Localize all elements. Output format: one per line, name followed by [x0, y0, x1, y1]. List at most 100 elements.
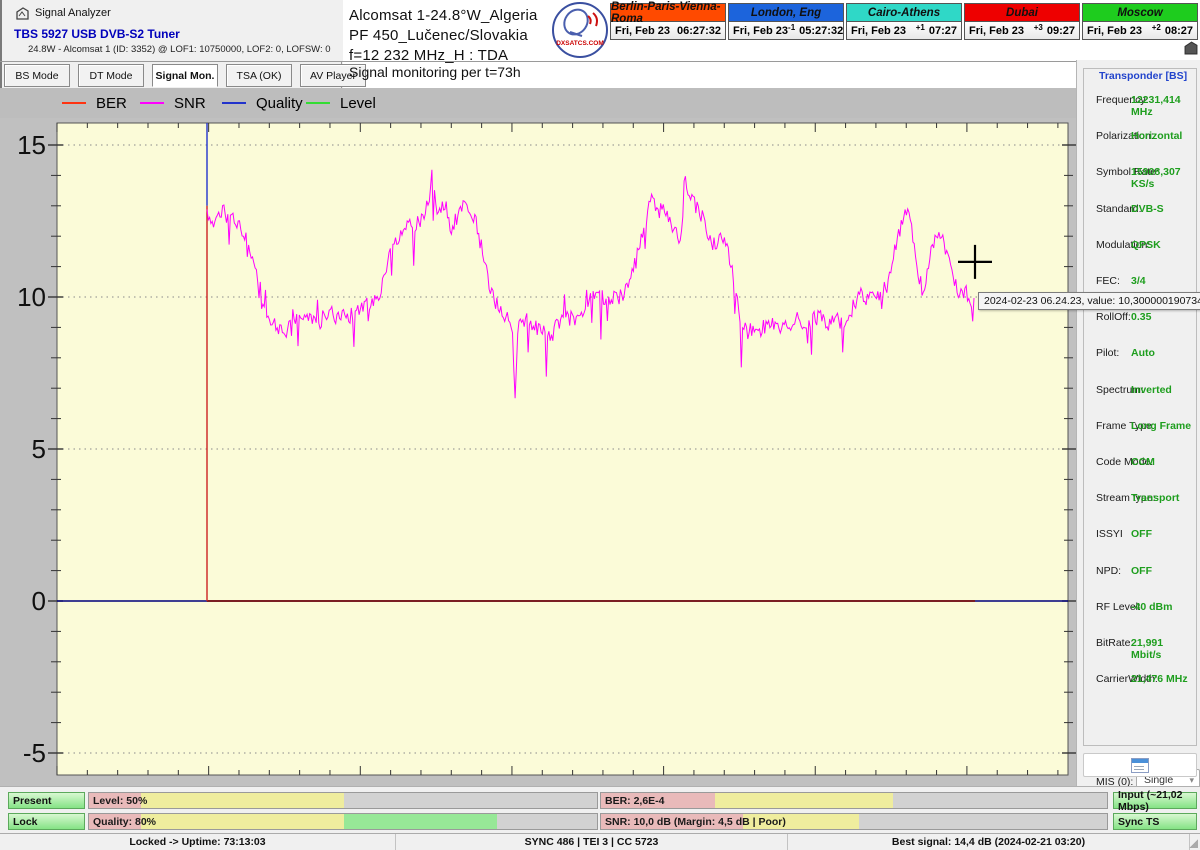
transponder-label: FEC:	[1096, 275, 1120, 287]
legend-label: SNR	[174, 94, 206, 112]
monitor-icon	[1131, 757, 1149, 773]
bar-segment	[715, 793, 893, 808]
status-lock: Lock	[8, 813, 85, 830]
app-icon-small	[1184, 41, 1198, 55]
clock-time: 07:27	[928, 24, 957, 37]
transponder-value: 21,991 Mbit/s	[1131, 637, 1164, 661]
clock-time: 08:27	[1164, 24, 1193, 37]
transponder-value: Transport	[1131, 492, 1180, 505]
snr-bar-text: SNR: 10,0 dB (Margin: 4,5 dB | Poor)	[605, 815, 786, 828]
clock-date: Fri, Feb 23	[969, 24, 1025, 37]
bar-segment	[893, 793, 1107, 808]
tab-tsa-ok[interactable]: TSA (OK)	[226, 64, 292, 87]
transponder-sidebar: Transponder [BS] Frequency: 12231,414 MHz…	[1076, 60, 1200, 791]
ber-bar-text: BER: 2,6E-4	[605, 794, 665, 807]
y-tick-label: 10	[17, 282, 46, 312]
clock-utc-offset: -1	[788, 23, 796, 32]
legend-item-quality: Quality	[222, 95, 303, 112]
signal-chart	[48, 122, 1076, 776]
transponder-value: OFF	[1131, 528, 1152, 541]
chart-tooltip: 2024-02-23 06.24.23, value: 10,300000190…	[978, 292, 1200, 310]
resize-grip[interactable]	[1189, 834, 1200, 850]
status-sync-ts: Sync TS	[1113, 813, 1197, 830]
bar-segment	[344, 793, 597, 808]
clock-time-row: Fri, Feb 23 +1 07:27	[847, 22, 961, 39]
clock-time-row: Fri, Feb 23 +3 09:27	[965, 22, 1079, 39]
tab-bs-mode[interactable]: BS Mode	[4, 64, 70, 87]
level-bar-text: Level: 50%	[93, 794, 148, 807]
clock-date: Fri, Feb 23	[851, 24, 907, 37]
transponder-value: -40 dBm	[1131, 600, 1173, 613]
legend-line-sample	[222, 102, 246, 104]
legend-item-level: Level	[306, 95, 376, 112]
transponder-value: DVB-S	[1131, 202, 1164, 215]
legend-item-ber: BER	[62, 95, 127, 112]
transponder-value: 0.35	[1131, 311, 1152, 324]
monitoring-caption: Signal monitoring per t=73h	[349, 64, 521, 80]
bar-segment	[497, 814, 597, 829]
sidebar-tool-button[interactable]	[1083, 753, 1197, 777]
transponder-value: Inverted	[1131, 383, 1172, 396]
legend-label: Level	[340, 94, 376, 112]
transponder-label: RollOff:	[1096, 311, 1131, 324]
transponder-value: CCM	[1131, 456, 1155, 468]
legend-item-snr: SNR	[140, 95, 206, 112]
transponder-value: Long Frame	[1131, 419, 1192, 432]
logo-text: DXSATCS.COM	[556, 40, 604, 47]
statusbar-best-signal: Best signal: 14,4 dB (2024-02-21 03:20)	[788, 834, 1190, 850]
clock-time: 09:27	[1046, 24, 1075, 37]
titlebar: Signal Analyzer	[16, 5, 111, 21]
clock-date: Fri, Feb 23	[1087, 24, 1143, 37]
transponder-label: NPD:	[1096, 564, 1122, 577]
signal-analyzer-window: Signal Analyzer TBS 5927 USB DVB-S2 Tune…	[0, 0, 1200, 850]
clock-date: Fri, Feb 23	[615, 24, 671, 37]
clock-utc-offset: +3	[1033, 23, 1043, 32]
bar-segment	[344, 814, 497, 829]
window-title: Signal Analyzer	[35, 7, 111, 19]
clock-time-row: Fri, Feb 23 -1 05:27:32	[729, 22, 843, 39]
tuner-details: 24.8W - Alcomsat 1 (ID: 3352) @ LOF1: 10…	[28, 44, 331, 55]
satellite-dish-icon	[563, 8, 598, 37]
clock-city: Moscow	[1083, 4, 1197, 22]
tuner-name: TBS 5927 USB DVB-S2 Tuner	[14, 27, 180, 41]
transponder-label: ISSYI	[1096, 528, 1123, 541]
transponder-title: Transponder [BS]	[1096, 70, 1191, 82]
clock-london-eng: London, Eng Fri, Feb 23 -1 05:27:32	[728, 3, 844, 40]
y-tick-label: 15	[17, 130, 46, 160]
y-tick-label: 5	[31, 434, 46, 464]
clock-date: Fri, Feb 23	[733, 24, 789, 37]
bar-segment	[141, 793, 344, 808]
y-tick-label: 0	[31, 586, 46, 616]
quality-bar-text: Quality: 80%	[93, 815, 157, 828]
clock-time-row: Fri, Feb 23 +2 08:27	[1083, 22, 1197, 39]
snr-bar: SNR: 10,0 dB (Margin: 4,5 dB | Poor)	[600, 813, 1108, 830]
site-title: PF 450_Lučenec/Slovakia	[349, 27, 528, 44]
tab-signal-mon[interactable]: Signal Mon.	[152, 64, 218, 87]
clock-berlin-paris-vienna-roma: Berlin-Paris-Vienna-Roma Fri, Feb 23 06:27…	[610, 1, 726, 40]
app-icon	[16, 6, 29, 20]
legend-line-sample	[140, 102, 164, 104]
transponder-value: 3/4	[1131, 275, 1146, 287]
status-present: Present	[8, 792, 85, 809]
clock-city: Cairo-Athens	[847, 4, 961, 22]
clock-utc-offset: +2	[1151, 23, 1161, 32]
clock-time: 06:27:32	[676, 24, 721, 37]
transponder-value: OFF	[1131, 564, 1152, 577]
clock-time-row: Fri, Feb 23 06:27:32	[611, 22, 725, 39]
clock-dubai: Dubai Fri, Feb 23 +3 09:27	[964, 3, 1080, 40]
dxsatcs-logo: DXSATCS.COM	[552, 2, 608, 58]
clock-time: 05:27:32	[799, 24, 844, 37]
tab-dt-mode[interactable]: DT Mode	[78, 64, 144, 87]
statusbar-sync: SYNC 486 | TEI 3 | CC 5723	[396, 834, 788, 850]
transponder-value: 21,476 MHz	[1131, 673, 1188, 686]
transponder-label: Pilot:	[1096, 347, 1120, 360]
chart-legend: BER SNR Quality Level	[0, 88, 1076, 118]
statusbar: Locked -> Uptime: 73:13:03 SYNC 486 | TE…	[0, 833, 1200, 850]
transponder-label: BitRate:	[1096, 637, 1134, 649]
clock-cairo-athens: Cairo-Athens Fri, Feb 23 +1 07:27	[846, 3, 962, 40]
transponder-value: 12231,414 MHz	[1131, 94, 1181, 118]
clock-city: Berlin-Paris-Vienna-Roma	[611, 1, 725, 25]
bar-segment	[141, 814, 344, 829]
quality-bar: Quality: 80%	[88, 813, 598, 830]
legend-line-sample	[306, 102, 330, 104]
